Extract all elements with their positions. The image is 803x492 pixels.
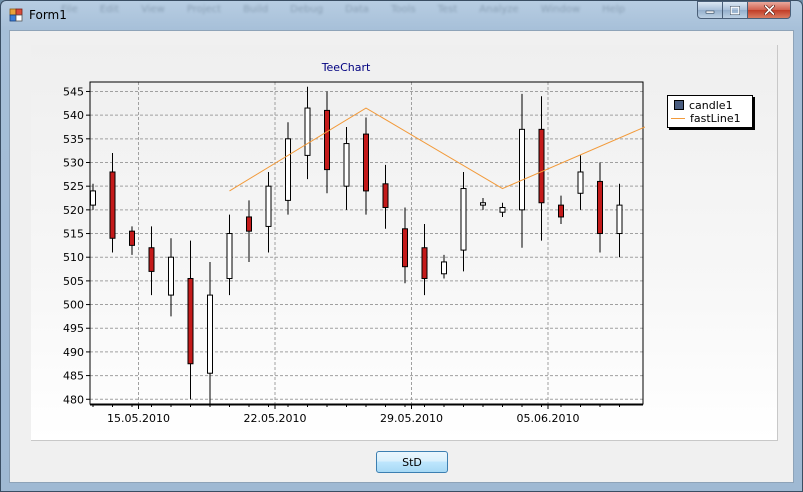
background-menu-item: Test (437, 4, 458, 15)
candle-body (265, 185, 272, 227)
candle-body (402, 228, 408, 268)
candle-body (187, 278, 194, 365)
form-client-area: TeeChart 480 485 490 495 500 505 510 515 520 525 5… (9, 30, 794, 483)
y-tick-label: 525 (63, 180, 84, 193)
y-tick-label: 540 (63, 109, 84, 122)
maximize-icon (730, 5, 740, 15)
candle-body (363, 133, 369, 192)
teechart-control[interactable]: TeeChart 480 485 490 495 500 505 510 515 520 525 5… (31, 45, 778, 441)
y-tick-label: 515 (63, 228, 84, 241)
candle-body (285, 138, 291, 201)
candle-body (90, 190, 96, 206)
background-menu-item: File (61, 4, 78, 15)
y-tick-label: 505 (63, 275, 84, 288)
background-menu-item: Tools (390, 4, 416, 15)
y-tick-label: 500 (63, 299, 84, 312)
candle-body (109, 171, 116, 239)
candle-body (577, 171, 584, 194)
background-menu-item: Build (243, 4, 269, 15)
minimize-icon (705, 10, 715, 14)
legend-label-fastline1: fastLine1 (690, 111, 741, 125)
close-icon (763, 5, 775, 15)
title-bar[interactable]: Form1 File Edit View Project Build Debug Data T… (1, 1, 802, 29)
x-tick-label: 29.05.2010 (380, 412, 443, 425)
candle-body (382, 183, 389, 208)
candle-body (207, 294, 213, 374)
y-tick-label: 485 (63, 370, 84, 383)
candle-body (499, 206, 506, 213)
y-tick-label: 545 (63, 85, 84, 98)
std-button[interactable]: StD (376, 451, 448, 473)
minimize-button[interactable] (697, 1, 723, 19)
chart-svg: TeeChart 480 485 490 495 500 505 510 515 520 525 5… (63, 61, 646, 425)
candle-body (538, 128, 545, 204)
candle-body (616, 204, 623, 235)
x-tick-label: 22.05.2010 (244, 412, 307, 425)
close-button[interactable] (747, 1, 791, 19)
candle-body (168, 256, 174, 296)
candle-body (129, 230, 135, 246)
app-icon (9, 8, 23, 22)
candle-body (597, 180, 603, 235)
candle-body (304, 107, 311, 156)
x-tick-label: 15.05.2010 (107, 412, 170, 425)
background-menu-bar: File Edit View Project Build Debug Data Tools Te… (61, 4, 625, 18)
candle-body (148, 247, 155, 272)
candle-body (324, 109, 330, 171)
candle-body (421, 247, 428, 280)
legend-item-fastline1[interactable]: fastLine1 (671, 111, 741, 125)
chart-legend[interactable]: candle1 fastLine1 (667, 95, 753, 128)
candle-body (343, 143, 350, 187)
y-tick-label: 480 (63, 393, 84, 406)
y-tick-label: 520 (63, 204, 84, 217)
background-menu-item: Window (540, 4, 581, 15)
background-menu-item: View (141, 4, 165, 15)
candle-body (441, 261, 447, 275)
candle-body (519, 128, 525, 211)
candle-body (558, 204, 564, 218)
y-tick-label: 510 (63, 251, 84, 264)
chart-title: TeeChart (321, 61, 371, 74)
x-tick-label: 05.06.2010 (517, 412, 580, 425)
legend-label-candle1: candle1 (689, 98, 733, 112)
candle-body (226, 233, 233, 280)
candle-body (460, 188, 467, 251)
application-window: Form1 File Edit View Project Build Debug Data T… (0, 0, 803, 492)
background-menu-item: Debug (290, 4, 324, 15)
y-tick-label: 495 (63, 322, 84, 335)
background-menu-item: Analyze (479, 4, 519, 15)
candle-body (246, 216, 252, 232)
y-tick-label: 530 (63, 157, 84, 170)
legend-item-candle1[interactable]: candle1 (674, 98, 733, 112)
background-menu-item: Data (345, 4, 369, 15)
background-menu-item: Edit (99, 4, 120, 15)
background-menu-item: Help (602, 4, 625, 15)
maximize-button[interactable] (722, 1, 748, 19)
candle-swatch-icon (674, 100, 684, 110)
candle-body (480, 202, 486, 206)
y-tick-label: 490 (63, 346, 84, 359)
y-tick-label: 535 (63, 133, 84, 146)
line-swatch-icon (671, 117, 685, 119)
candle-series (90, 86, 623, 404)
background-menu-item: Project (186, 4, 222, 15)
